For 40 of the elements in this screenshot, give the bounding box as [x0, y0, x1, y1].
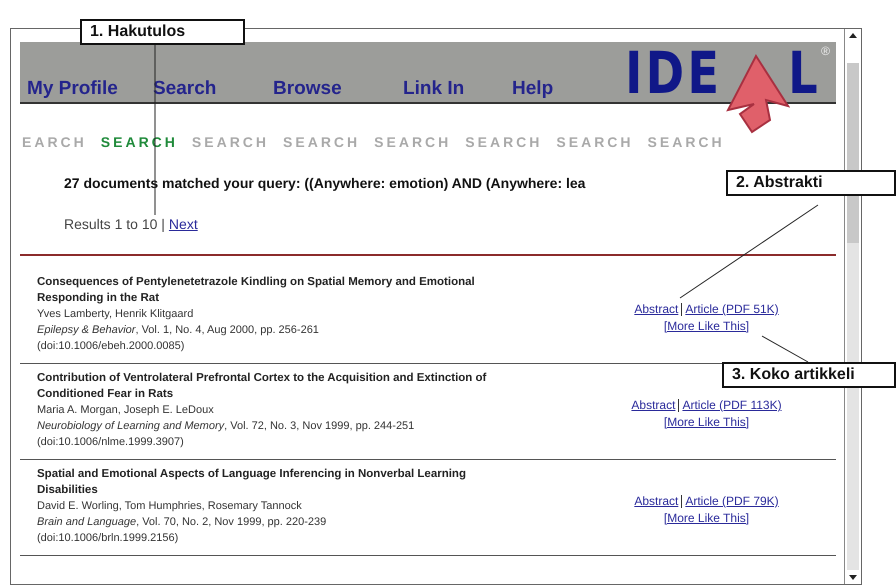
article-source: Neurobiology of Learning and Memory, Vol. 72, No. 3, Nov 1999, pp. 244-251: [37, 419, 416, 434]
nav-link[interactable]: Browse: [273, 78, 403, 100]
banner-word: SEARCH: [556, 134, 634, 152]
article-source: Brain and Language, Vol. 70, No. 2, Nov 1999, pp. 220-239: [37, 515, 328, 530]
abstract-link[interactable]: Abstract: [634, 302, 678, 316]
abstract-link[interactable]: Abstract: [631, 398, 676, 412]
banner-word: SEARCH: [283, 134, 360, 152]
banner-word: SEARCH: [465, 134, 542, 152]
article-authors: Yves Lamberty, Henrik Klitgaard: [37, 307, 194, 322]
article-doi: (doi:10.1006/nlme.1999.3907): [37, 435, 185, 450]
nav-link[interactable]: Link In: [403, 78, 512, 100]
next-link[interactable]: Next: [168, 216, 198, 232]
banner-word: SEARCH: [648, 134, 725, 152]
more-like-this-link[interactable]: [More Like This]: [664, 511, 750, 525]
logo-text: L: [788, 44, 822, 102]
results-range: Results 1 to 10 |: [64, 216, 165, 232]
article-authors: Maria A. Morgan, Joseph E. LeDoux: [37, 403, 215, 418]
abstract-link[interactable]: Abstract: [634, 494, 678, 508]
article-title: Spatial and Emotional Aspects of Language Inferencing in Nonverbal Learning Disabilities: [37, 467, 467, 498]
registered-mark: ®: [821, 44, 830, 58]
article-pdf-link[interactable]: Article (PDF 113K): [682, 398, 782, 412]
article-doi: (doi:10.1006/brln.1999.2156): [37, 531, 180, 546]
banner-word: SEARCH: [192, 134, 270, 152]
banner-word: EARCH: [22, 134, 87, 152]
article-pdf-link[interactable]: Article (PDF 79K): [685, 494, 779, 508]
banner-word: SEARCH: [374, 134, 452, 152]
more-like-this-link[interactable]: [More Like This]: [664, 319, 750, 333]
article-title: Contribution of Ventrolateral Prefrontal Cortex to the Acquisition and Extinction of Conditioned Fear in Rats: [37, 371, 488, 402]
logo-text: IDE: [624, 44, 722, 102]
more-like-this-link[interactable]: [More Like This]: [664, 415, 750, 429]
nav-link[interactable]: My Profile: [27, 78, 153, 100]
article-doi: (doi:10.1006/ebeh.2000.0085): [37, 339, 186, 354]
callout-label: 2. Abstrakti: [726, 170, 896, 196]
article-source: Epilepsy & Behavior, Vol. 1, No. 4, Aug 2000, pp. 256-261: [37, 323, 320, 338]
callout-label: 3. Koko artikkeli: [722, 362, 896, 388]
article-title: Consequences of Pentylenetetrazole Kindling on Spatial Memory and Emotional Responding in the Rat: [37, 275, 476, 306]
nav-link[interactable]: Help: [512, 78, 592, 100]
article-pdf-link[interactable]: Article (PDF 51K): [685, 302, 779, 316]
callout-label: 1. Hakutulos: [80, 19, 245, 45]
article-authors: David E. Worling, Tom Humphries, Rosemary Tannock: [37, 499, 303, 514]
